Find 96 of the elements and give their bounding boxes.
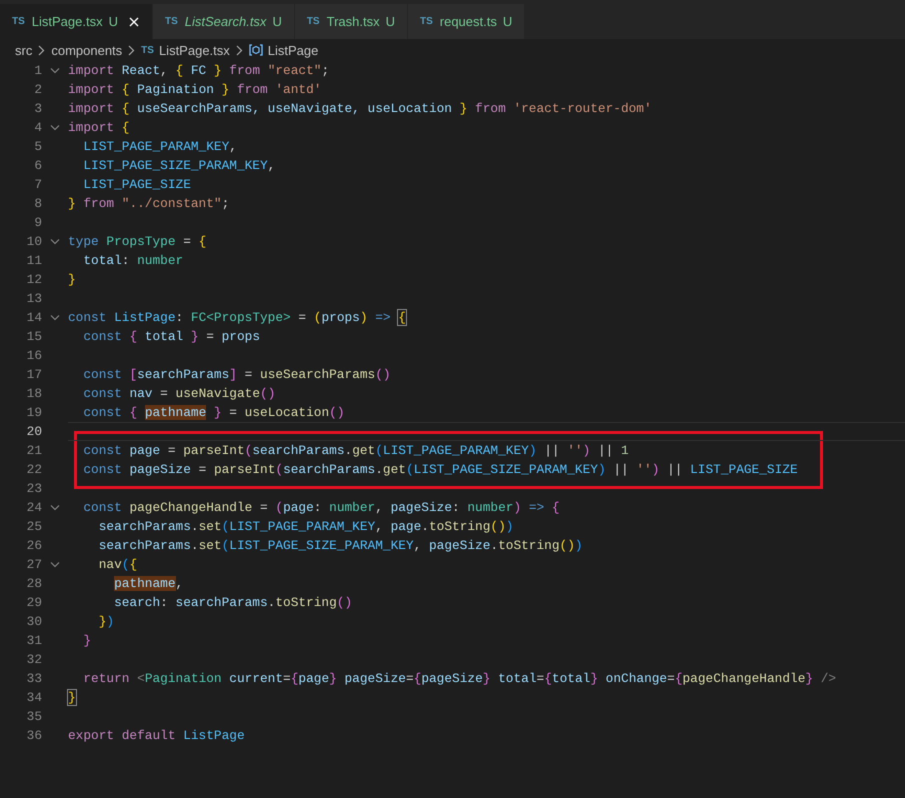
- editor-tab[interactable]: TS ListPage.tsx U: [0, 4, 153, 39]
- close-icon[interactable]: [128, 16, 140, 28]
- line-number: 8: [33, 196, 42, 211]
- file-type-label: TS: [141, 44, 154, 56]
- file-type-label: TS: [165, 16, 178, 27]
- code-line: import React, { FC } from "react";: [68, 62, 330, 80]
- line-number: 24: [26, 500, 42, 515]
- line-number: 5: [33, 139, 42, 154]
- line-number: 28: [26, 576, 42, 591]
- line-number: 22: [26, 462, 42, 477]
- line-number: 29: [26, 595, 42, 610]
- breadcrumb-item[interactable]: src: [15, 42, 32, 58]
- code-line: import { useSearchParams, useNavigate, useLocation } from 'react-router-dom': [68, 100, 653, 118]
- code-line: const page = parseInt(searchParams.get(LIST_PAGE_PARAM_KEY) || '') || 1: [82, 442, 630, 460]
- line-number: 6: [33, 158, 42, 173]
- line-number: 3: [33, 101, 42, 116]
- chevron-icon[interactable]: [50, 124, 60, 130]
- code-line: const { total } = props: [82, 328, 262, 346]
- line-number: 1: [33, 63, 42, 78]
- line-number: 17: [26, 367, 42, 382]
- file-type-label: TS: [306, 16, 320, 27]
- code-line: type PropsType = {: [68, 233, 208, 251]
- git-status: U: [272, 14, 282, 29]
- chevron-icon[interactable]: [50, 562, 60, 568]
- chevron-icon[interactable]: [50, 314, 60, 320]
- line-number: 20: [26, 424, 42, 439]
- line-number: 9: [33, 215, 42, 230]
- chevron-icon: [128, 44, 136, 56]
- editor-tab[interactable]: TS ListSearch.tsx U: [153, 4, 295, 39]
- line-number: 19: [26, 405, 42, 420]
- line-number: 16: [26, 348, 42, 363]
- code-line: }: [68, 271, 77, 289]
- code-line: const { pathname } = useLocation(): [82, 404, 346, 422]
- line-number: 4: [33, 120, 42, 135]
- line-number: 32: [26, 652, 42, 667]
- code-line: }: [68, 689, 77, 707]
- git-status: U: [386, 14, 395, 29]
- code-line: total: number: [82, 252, 184, 270]
- code-line: const ListPage: FC<PropsType> = (props) => {: [68, 309, 407, 327]
- line-number: 27: [26, 557, 42, 572]
- code-line: }): [98, 613, 116, 631]
- file-type-label: TS: [12, 16, 25, 27]
- tab-label: request.ts: [440, 14, 497, 29]
- code-line: searchParams.set(LIST_PAGE_SIZE_PARAM_KEY, pageSize.toString()): [98, 537, 584, 555]
- breadcrumb-item[interactable]: ListPage.tsx: [158, 42, 230, 58]
- line-number: 23: [26, 481, 42, 496]
- symbol-icon: [248, 44, 263, 56]
- git-status: U: [108, 14, 118, 29]
- code-line: const [searchParams] = useSearchParams(): [82, 366, 392, 384]
- code-line: const pageSize = parseInt(searchParams.get(LIST_PAGE_SIZE_PARAM_KEY) || '') || LIST_PAGE_SIZE: [82, 461, 799, 479]
- code-line: const pageChangeHandle = (page: number, pageSize: number) => {: [82, 499, 561, 517]
- chevron-icon: [236, 44, 243, 56]
- code-line: searchParams.set(LIST_PAGE_PARAM_KEY, page.toString()): [98, 518, 514, 536]
- tab-label: ListPage.tsx: [32, 14, 103, 29]
- line-number: 25: [26, 519, 42, 534]
- breadcrumb-item[interactable]: components: [51, 42, 122, 58]
- line-number: 14: [26, 310, 42, 325]
- chevron-icon[interactable]: [50, 238, 60, 244]
- code-line: LIST_PAGE_SIZE: [82, 176, 192, 194]
- git-status: U: [502, 14, 512, 29]
- line-number: 12: [26, 272, 42, 287]
- chevron-icon[interactable]: [50, 68, 60, 74]
- code-line: LIST_PAGE_SIZE_PARAM_KEY,: [82, 157, 276, 175]
- line-number: 26: [26, 538, 42, 553]
- line-number: 34: [26, 690, 42, 705]
- line-number: 35: [26, 709, 42, 724]
- code-line: const nav = useNavigate(): [82, 385, 276, 403]
- line-number: 13: [26, 291, 42, 306]
- code-line: import {: [68, 119, 130, 137]
- breadcrumb-item[interactable]: ListPage: [268, 42, 318, 58]
- code-line: } from "../constant";: [68, 195, 230, 213]
- line-number: 30: [26, 614, 42, 629]
- editor-tab[interactable]: TS request.ts U: [408, 4, 526, 39]
- line-number: 33: [26, 671, 42, 686]
- line-number: 11: [26, 253, 42, 268]
- tab-label: Trash.tsx: [326, 14, 380, 29]
- tab-label: ListSearch.tsx: [184, 14, 266, 29]
- line-number: 36: [26, 728, 42, 743]
- line-number: 15: [26, 329, 42, 344]
- line-number: 21: [26, 443, 42, 458]
- line-number: 7: [33, 177, 42, 192]
- line-number: 31: [26, 633, 42, 648]
- chevron-icon[interactable]: [50, 504, 60, 510]
- code-line: search: searchParams.toString(): [113, 594, 354, 612]
- line-number: 2: [33, 82, 42, 97]
- code-line: }: [82, 632, 92, 650]
- code-line: export default ListPage: [68, 727, 246, 745]
- file-type-label: TS: [420, 16, 433, 27]
- line-number: 10: [26, 234, 42, 249]
- code-line: return <Pagination current={page} pageSize={pageSize} total={total} onChange={pageChangeHandle} />: [82, 670, 838, 688]
- code-line: nav({: [98, 556, 138, 574]
- editor-tab[interactable]: TS Trash.tsx U: [294, 4, 408, 39]
- line-number: 18: [26, 386, 42, 401]
- code-line: import { Pagination } from 'antd': [68, 81, 322, 99]
- chevron-icon: [38, 44, 46, 56]
- code-line: LIST_PAGE_PARAM_KEY,: [82, 138, 238, 156]
